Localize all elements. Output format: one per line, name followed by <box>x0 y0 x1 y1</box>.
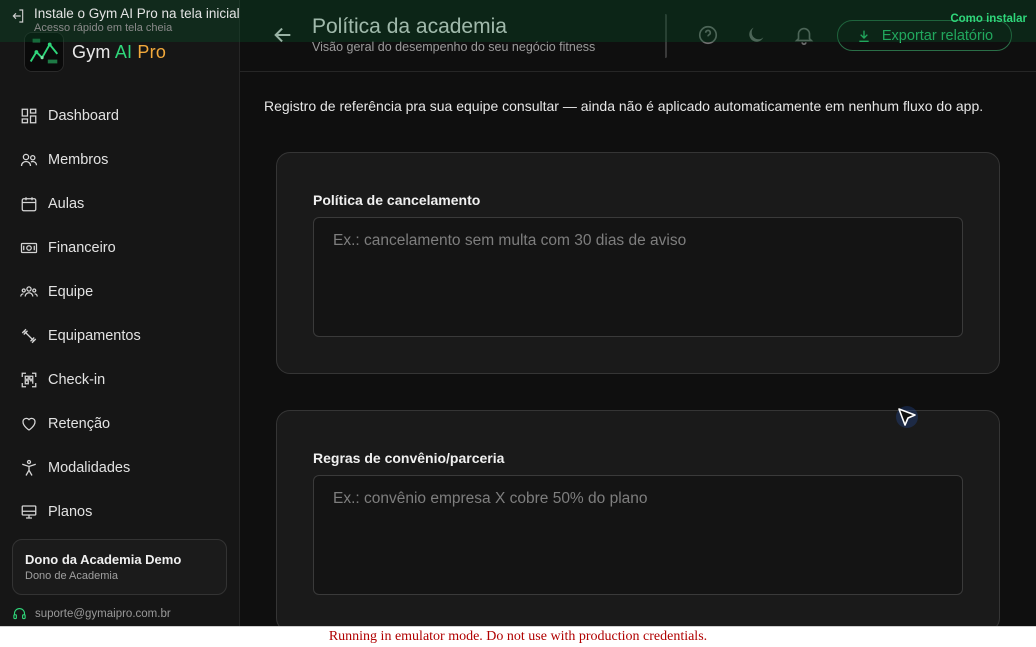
members-icon <box>20 153 38 167</box>
sidebar-item-membros[interactable]: Membros <box>0 138 239 182</box>
sidebar-item-label: Dashboard <box>48 108 119 124</box>
heart-icon <box>22 417 36 431</box>
export-label: Exportar relatório <box>881 27 994 44</box>
back-button[interactable] <box>272 24 296 48</box>
headset-icon <box>13 608 26 620</box>
sidebar-item-planos[interactable]: Planos <box>0 490 239 534</box>
intro-text: Registro de referência pra sua equipe co… <box>264 98 984 114</box>
partnership-rules-input[interactable] <box>313 475 963 595</box>
download-icon <box>859 30 869 42</box>
sidebar-item-label: Modalidades <box>48 460 131 476</box>
help-icon <box>698 25 718 45</box>
user-card[interactable]: Dono da Academia Demo Dono de Academia <box>12 539 227 595</box>
page-title: Política da academia <box>312 15 507 38</box>
sidebar-item-modalidades[interactable]: Modalidades <box>0 446 239 490</box>
arrow-left-icon <box>274 27 291 43</box>
support-email: suporte@gymaipro.com.br <box>35 607 171 620</box>
notifications-button[interactable] <box>793 24 815 46</box>
qr-icon <box>21 372 37 388</box>
policy-card-partnership: Regras de convênio/parceria <box>276 410 1000 632</box>
sidebar-item-label: Check-in <box>48 372 106 388</box>
sidebar-item-equipe[interactable]: Equipe <box>0 270 239 314</box>
sidebar-item-label: Financeiro <box>48 240 116 256</box>
sidebar-item-label: Membros <box>48 152 109 168</box>
moon-icon <box>749 27 764 42</box>
cancellation-policy-input[interactable] <box>313 217 963 337</box>
modality-icon <box>22 459 36 476</box>
money-icon <box>20 242 38 254</box>
help-button[interactable] <box>697 24 719 46</box>
page-header: Política da academia Visão geral do dese… <box>240 0 1036 72</box>
how-to-install-link[interactable]: Como instalar <box>950 13 1027 25</box>
sidebar-item-retencao[interactable]: Retenção <box>0 402 239 446</box>
sidebar-item-label: Equipe <box>48 284 94 300</box>
page-subtitle: Visão geral do desempenho do seu negócio… <box>312 40 596 54</box>
sidebar-item-checkin[interactable]: Check-in <box>0 358 239 402</box>
bell-icon <box>794 27 814 45</box>
sidebar-item-label: Retenção <box>48 416 111 432</box>
sidebar-nav: Dashboard Membros Aulas Financeiro Equip… <box>0 94 239 534</box>
plans-icon <box>21 505 37 519</box>
brand-logo[interactable]: Gym AI Pro <box>24 32 166 72</box>
sidebar: Gym AI Pro Dashboard Membros Aulas Finan… <box>0 0 240 626</box>
card-title: Política de cancelamento <box>313 192 481 208</box>
theme-toggle[interactable] <box>745 24 767 46</box>
brand-name: Gym AI Pro <box>72 41 167 62</box>
user-name: Dono da Academia Demo <box>25 552 182 567</box>
sidebar-item-label: Equipamentos <box>48 328 141 344</box>
sidebar-item-financeiro[interactable]: Financeiro <box>0 226 239 270</box>
team-icon <box>20 286 38 297</box>
dashboard-icon <box>21 108 37 124</box>
calendar-icon <box>21 197 37 212</box>
sidebar-item-aulas[interactable]: Aulas <box>0 182 239 226</box>
logo-image <box>24 32 64 72</box>
support-contact[interactable]: suporte@gymaipro.com.br <box>12 606 171 621</box>
sidebar-item-equipamentos[interactable]: Equipamentos <box>0 314 239 358</box>
sidebar-item-label: Aulas <box>48 196 85 212</box>
emulator-notice: Running in emulator mode. Do not use wit… <box>0 626 1036 647</box>
policy-card-cancellation: Política de cancelamento <box>276 152 1000 374</box>
sidebar-item-dashboard[interactable]: Dashboard <box>0 94 239 138</box>
sidebar-item-label: Planos <box>48 504 93 520</box>
user-role: Dono de Academia <box>25 570 118 582</box>
equipment-icon <box>21 328 37 344</box>
header-divider <box>664 14 667 58</box>
card-title: Regras de convênio/parceria <box>313 450 505 466</box>
